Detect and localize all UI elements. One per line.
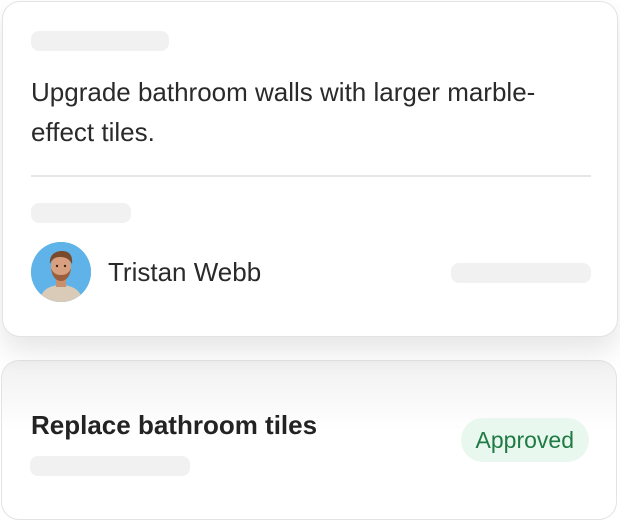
- card-header-placeholder: [31, 31, 169, 51]
- assignee-label-placeholder: [31, 203, 131, 223]
- task-card[interactable]: Replace bathroom tiles Approved: [1, 360, 617, 520]
- card-divider: [31, 175, 591, 177]
- task-title: Replace bathroom tiles: [31, 410, 318, 440]
- request-description: Upgrade bathroom walls with larger marbl…: [31, 77, 536, 147]
- avatar[interactable]: [31, 242, 91, 302]
- request-card[interactable]: Upgrade bathroom walls with larger marbl…: [2, 1, 618, 337]
- task-subtitle-placeholder: [30, 456, 190, 476]
- status-badge: Approved: [460, 418, 589, 462]
- assignee-meta-placeholder: [451, 263, 591, 283]
- person-avatar-icon: [31, 242, 91, 302]
- assignee-name: Tristan Webb: [108, 257, 262, 287]
- stage: Replace bathroom tiles Approved Upgrade …: [0, 0, 620, 520]
